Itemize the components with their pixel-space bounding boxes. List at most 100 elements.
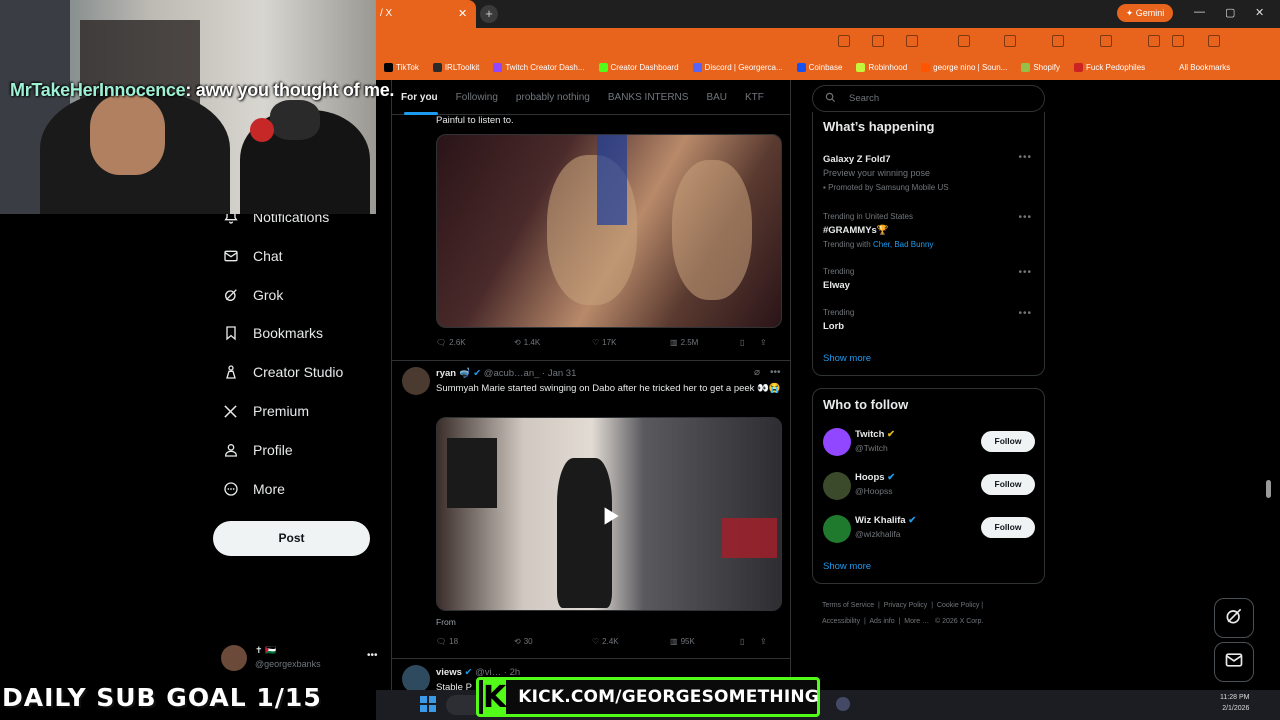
- post-video[interactable]: [436, 417, 782, 611]
- author-name[interactable]: views: [436, 667, 462, 678]
- scrollbar-thumb[interactable]: [1266, 480, 1271, 498]
- post-image[interactable]: [436, 134, 782, 328]
- nav-chat[interactable]: Chat: [222, 245, 283, 267]
- bookmark-item[interactable]: IRLToolkit: [432, 63, 479, 73]
- avatar[interactable]: [402, 367, 430, 395]
- reply-button[interactable]: 🗨 2.6K: [436, 338, 514, 347]
- history-icon[interactable]: [1148, 35, 1160, 47]
- trend-name[interactable]: #GRAMMYs🏆: [823, 225, 889, 236]
- maximize-icon[interactable]: ▢: [1225, 6, 1235, 19]
- footer-link[interactable]: Privacy Policy: [884, 602, 928, 609]
- author-name[interactable]: ryan 🤿: [436, 368, 471, 379]
- menu-icon[interactable]: [1208, 35, 1220, 47]
- account-name[interactable]: Twitch ✔: [855, 429, 895, 440]
- address-bar[interactable]: [376, 28, 1280, 55]
- messages-fab[interactable]: [1214, 642, 1254, 682]
- avatar[interactable]: [823, 472, 851, 500]
- trend-name[interactable]: Elway: [823, 280, 850, 291]
- close-window-icon[interactable]: ✕: [1255, 6, 1264, 19]
- tab-bau[interactable]: BAU: [697, 80, 736, 114]
- gemini-button[interactable]: ✦ Gemini: [1117, 4, 1173, 22]
- account-name[interactable]: Hoops ✔: [855, 472, 895, 483]
- show-more-link[interactable]: Show more: [823, 561, 871, 572]
- follow-button[interactable]: Follow: [981, 474, 1035, 495]
- trend-more-icon[interactable]: •••: [1018, 308, 1032, 319]
- post-more-icon[interactable]: •••: [770, 367, 781, 378]
- bookmark-item[interactable]: Robinhood: [856, 63, 907, 73]
- bookmark-item[interactable]: TikTok: [384, 63, 419, 73]
- trend-links[interactable]: Cher, Bad Bunny: [873, 240, 933, 249]
- grok-fab[interactable]: [1214, 598, 1254, 638]
- trend-more-icon[interactable]: •••: [1018, 152, 1032, 163]
- like-button[interactable]: ♡ 2.4K: [592, 637, 670, 646]
- search-input[interactable]: Search: [812, 85, 1045, 112]
- reply-button[interactable]: 🗨 18: [436, 637, 514, 646]
- trend-more-icon[interactable]: •••: [1018, 212, 1032, 223]
- follow-button[interactable]: Follow: [981, 517, 1035, 538]
- tab-following[interactable]: Following: [447, 80, 507, 114]
- account-switcher[interactable]: ✝ 🇵🇸 @georgexbanks •••: [221, 645, 381, 675]
- more-dots-icon[interactable]: •••: [367, 650, 378, 661]
- footer-link[interactable]: Terms of Service: [822, 602, 874, 609]
- all-bookmarks-folder[interactable]: All Bookmarks: [1179, 63, 1230, 72]
- avatar[interactable]: [402, 665, 430, 693]
- nav-bookmarks[interactable]: Bookmarks: [222, 322, 323, 344]
- nav-grok[interactable]: Grok: [222, 284, 283, 306]
- extension-icon[interactable]: [1004, 35, 1016, 47]
- trend-more-icon[interactable]: •••: [1018, 267, 1032, 278]
- footer-link[interactable]: More …: [904, 618, 929, 625]
- bookmark-item[interactable]: george nino | Soun...: [921, 63, 1007, 73]
- show-more-link[interactable]: Show more: [823, 353, 871, 364]
- grok-post-icon[interactable]: ⌀: [754, 367, 760, 378]
- tab-banks-interns[interactable]: BANKS INTERNS: [599, 80, 698, 114]
- repost-button[interactable]: ⟲ 30: [514, 637, 592, 646]
- nav-creator-studio[interactable]: Creator Studio: [222, 361, 343, 383]
- tab-for-you[interactable]: For you: [392, 80, 447, 114]
- bookmark-item[interactable]: Shopify: [1021, 63, 1060, 73]
- footer-link[interactable]: Ads info: [869, 618, 894, 625]
- share-icon[interactable]: ⇪: [760, 338, 767, 347]
- bookmark-item[interactable]: Creator Dashboard: [598, 63, 679, 73]
- star-icon[interactable]: [838, 35, 850, 47]
- footer-link[interactable]: Cookie Policy: [937, 602, 979, 609]
- extension-icon[interactable]: [1052, 35, 1064, 47]
- author-handle[interactable]: @acub…an_: [484, 368, 540, 379]
- windows-start-icon[interactable]: [420, 696, 436, 712]
- trend-name[interactable]: Lorb: [823, 321, 844, 332]
- account-name[interactable]: Wiz Khalifa ✔: [855, 515, 916, 526]
- views-button[interactable]: ▥ 95K: [670, 637, 740, 646]
- close-tab-icon[interactable]: ✕: [458, 7, 467, 20]
- repost-button[interactable]: ⟲ 1.4K: [514, 338, 592, 347]
- avatar[interactable]: [823, 515, 851, 543]
- tab-probably-nothing[interactable]: probably nothing: [507, 80, 599, 114]
- share-icon[interactable]: ⇪: [760, 637, 767, 646]
- extension-icon[interactable]: [958, 35, 970, 47]
- bookmark-post-icon[interactable]: ▯: [740, 637, 760, 646]
- download-icon[interactable]: [1172, 35, 1184, 47]
- print-icon[interactable]: [1100, 35, 1112, 47]
- footer-link[interactable]: Accessibility: [822, 618, 860, 625]
- system-clock[interactable]: 11:28 PM 2/1/2026: [1220, 692, 1249, 714]
- bookmark-item[interactable]: Fuck Pedophiles: [1074, 63, 1145, 73]
- extension-icon[interactable]: [872, 35, 884, 47]
- extension-icon[interactable]: [906, 35, 918, 47]
- like-button[interactable]: ♡ 17K: [592, 338, 670, 347]
- play-icon[interactable]: [597, 503, 623, 529]
- nav-profile[interactable]: Profile: [222, 439, 293, 461]
- minimize-icon[interactable]: —: [1194, 6, 1205, 18]
- nav-more[interactable]: More: [222, 478, 285, 500]
- trend-name[interactable]: Galaxy Z Fold7: [823, 154, 891, 165]
- bookmark-item[interactable]: Coinbase: [796, 63, 842, 73]
- bookmark-post-icon[interactable]: ▯: [740, 338, 760, 347]
- follow-button[interactable]: Follow: [981, 431, 1035, 452]
- nav-premium[interactable]: Premium: [222, 400, 309, 422]
- new-tab-icon[interactable]: +: [480, 5, 498, 23]
- taskbar-app-icon[interactable]: [836, 697, 850, 711]
- tab-ktf[interactable]: KTF: [736, 80, 773, 114]
- bookmark-item[interactable]: Twitch Creator Dash...: [493, 63, 585, 73]
- avatar[interactable]: [823, 428, 851, 456]
- bookmark-item[interactable]: Discord | Georgerca...: [692, 63, 783, 73]
- post-date[interactable]: · Jan 31: [542, 368, 576, 379]
- views-button[interactable]: ▥ 2.5M: [670, 338, 740, 347]
- post-button[interactable]: Post: [213, 521, 370, 556]
